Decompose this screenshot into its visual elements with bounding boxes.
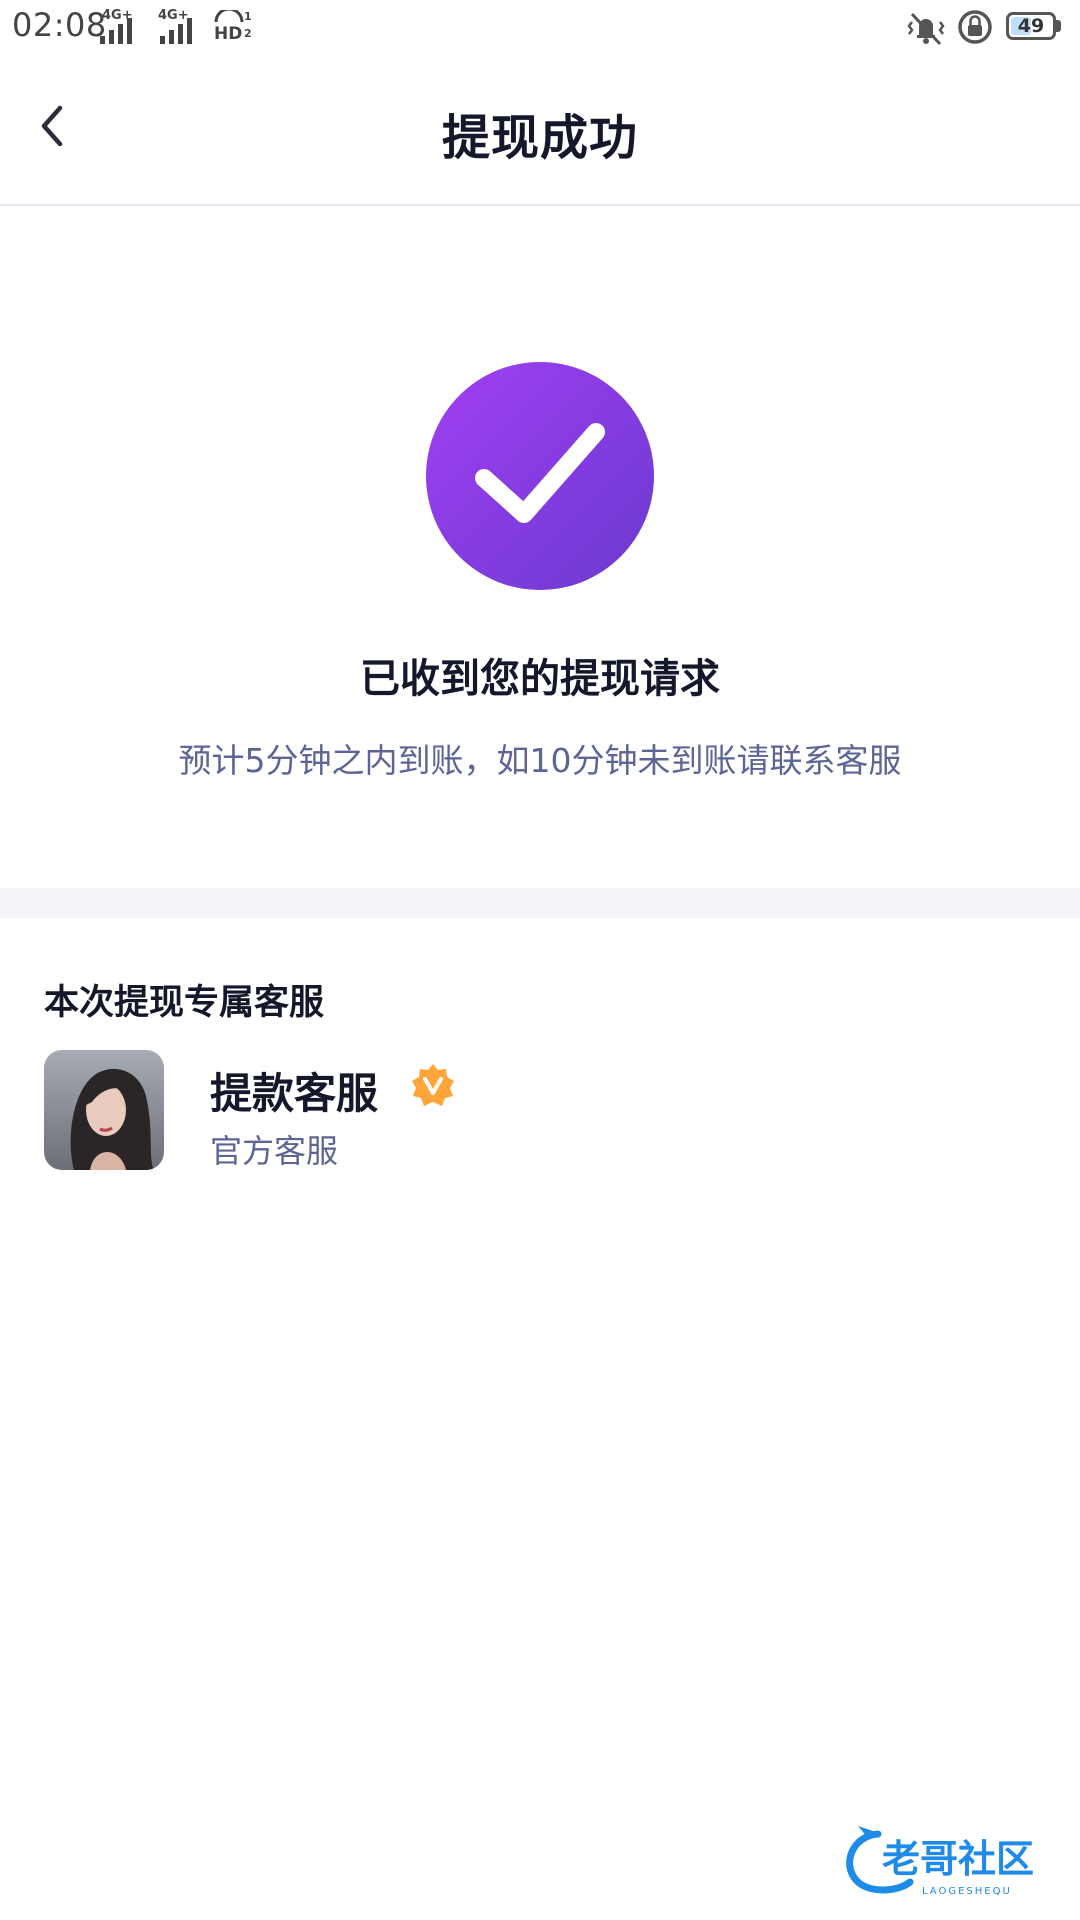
hd-label: HD xyxy=(214,24,243,44)
section-divider xyxy=(0,888,1080,918)
vibrate-icon xyxy=(907,12,945,46)
battery-level: 49 xyxy=(1017,15,1045,37)
rotation-lock-icon xyxy=(958,10,992,44)
hd-voice-icon: HD 1 2 xyxy=(214,8,258,44)
avatar xyxy=(44,1050,164,1170)
battery-icon: 49 xyxy=(1006,12,1056,40)
watermark-text: 老哥社区 xyxy=(882,1837,1034,1881)
nav-header: 提现成功 xyxy=(0,56,1080,206)
status-bar: 02:08 4G+ 4G+ HD 1 2 49 xyxy=(0,0,1080,56)
service-role: 官方客服 xyxy=(210,1132,339,1170)
section-title: 本次提现专属客服 xyxy=(44,983,325,1023)
signal-strength-icon: 4G+ xyxy=(98,8,150,44)
check-circle-icon xyxy=(426,362,654,590)
service-contact-card[interactable]: 提款客服 官方客服 xyxy=(44,1050,644,1172)
verified-badge-icon xyxy=(412,1064,454,1106)
watermark-logo: 老哥社区 LAOGESHEQU xyxy=(838,1822,1070,1902)
service-name: 提款客服 xyxy=(210,1069,379,1118)
signal-strength-icon: 4G+ xyxy=(158,8,210,44)
result-headline: 已收到您的提现请求 xyxy=(360,656,720,702)
page-title: 提现成功 xyxy=(441,110,638,166)
watermark-subtext: LAOGESHEQU xyxy=(922,1886,1012,1897)
battery-tip xyxy=(1056,20,1061,32)
hd-sim-label: 1 2 xyxy=(244,10,252,40)
result-description: 预计5分钟之内到账，如10分钟未到账请联系客服 xyxy=(178,741,902,780)
status-time: 02:08 xyxy=(12,6,107,44)
